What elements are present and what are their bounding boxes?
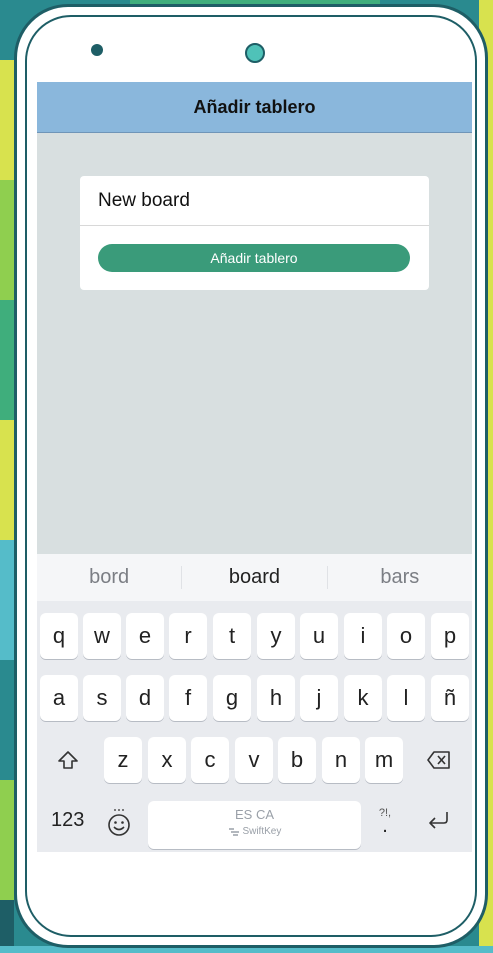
shift-key[interactable] [49, 737, 87, 783]
punctuation-key[interactable]: ?!, . [372, 806, 398, 837]
key-enye[interactable]: ñ [431, 675, 469, 721]
key-j[interactable]: j [300, 675, 338, 721]
key-a[interactable]: a [40, 675, 78, 721]
key-c[interactable]: c [191, 737, 229, 783]
enter-key[interactable] [423, 804, 455, 836]
key-r[interactable]: r [169, 613, 207, 659]
emoji-key[interactable] [107, 807, 131, 843]
keyboard-brand-label: SwiftKey [148, 826, 361, 837]
suggestion-bar: bord board bars [37, 554, 472, 601]
key-f[interactable]: f [169, 675, 207, 721]
key-w[interactable]: w [83, 613, 121, 659]
key-t[interactable]: t [213, 613, 251, 659]
key-m[interactable]: m [365, 737, 403, 783]
app-screen: Añadir tablero Añadir tablero bord board… [37, 82, 472, 852]
key-l[interactable]: l [387, 675, 425, 721]
suggestion-left[interactable]: bord [37, 566, 181, 589]
suggestion-right[interactable]: bars [328, 566, 472, 589]
add-board-button[interactable]: Añadir tablero [98, 244, 410, 272]
key-z[interactable]: z [104, 737, 142, 783]
emoji-icon [108, 809, 130, 836]
numbers-key[interactable]: 123 [51, 809, 84, 832]
backspace-icon [427, 751, 450, 769]
key-n[interactable]: n [322, 737, 360, 783]
key-x[interactable]: x [148, 737, 186, 783]
camera-dot [245, 43, 265, 63]
page-title: Añadir tablero [193, 96, 316, 117]
keyboard-language-label: ES CA [234, 807, 274, 822]
key-b[interactable]: b [278, 737, 316, 783]
backspace-key[interactable] [420, 737, 458, 783]
key-i[interactable]: i [344, 613, 382, 659]
key-e[interactable]: e [126, 613, 164, 659]
key-d[interactable]: d [126, 675, 164, 721]
key-q[interactable]: q [40, 613, 78, 659]
key-v[interactable]: v [235, 737, 273, 783]
enter-icon [429, 812, 448, 829]
suggestion-center[interactable]: board [181, 566, 328, 589]
key-s[interactable]: s [83, 675, 121, 721]
swiftkey-brand-text: SwiftKey [242, 826, 282, 837]
period-label: . [382, 815, 388, 837]
speaker-dot [91, 44, 103, 56]
key-u[interactable]: u [300, 613, 338, 659]
swiftkey-logo-icon [228, 828, 239, 837]
app-header: Añadir tablero [37, 82, 472, 133]
key-p[interactable]: p [431, 613, 469, 659]
key-o[interactable]: o [387, 613, 425, 659]
add-board-card: Añadir tablero [80, 176, 429, 290]
space-key[interactable]: ES CA SwiftKey [148, 801, 361, 849]
key-h[interactable]: h [257, 675, 295, 721]
board-name-input[interactable] [80, 176, 429, 226]
on-screen-keyboard: q w e r t y u i o p a s d f g h j k l ñ … [37, 601, 472, 852]
key-y[interactable]: y [257, 613, 295, 659]
key-g[interactable]: g [213, 675, 251, 721]
key-k[interactable]: k [344, 675, 382, 721]
shift-icon [58, 751, 78, 769]
